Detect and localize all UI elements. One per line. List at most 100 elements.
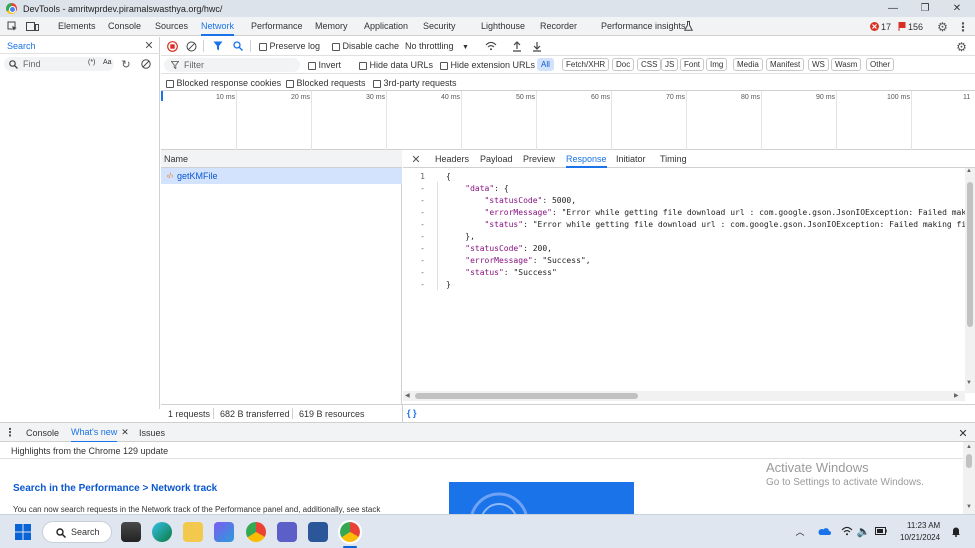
close-drawer-icon[interactable]: ✕: [957, 427, 969, 440]
chip-all[interactable]: All: [537, 58, 554, 71]
onedrive-cloud-icon[interactable]: [817, 525, 831, 537]
chip-media[interactable]: Media: [733, 58, 763, 71]
drawer-menu-icon[interactable]: ⋮: [5, 426, 16, 439]
tab-initiator[interactable]: Initiator: [616, 150, 646, 168]
horizontal-scroll-thumb[interactable]: [415, 393, 638, 399]
drawer-scroll-down-icon[interactable]: ▼: [966, 504, 972, 510]
throttling-select[interactable]: No throttling ▼: [405, 41, 469, 51]
search-network-icon[interactable]: [232, 40, 244, 52]
tab-console[interactable]: Console: [108, 17, 141, 36]
request-row[interactable]: ‹/› getKMFile: [161, 168, 402, 184]
teams-icon[interactable]: [277, 522, 297, 542]
import-har-upload-icon[interactable]: [511, 40, 523, 52]
name-column-header[interactable]: Name: [164, 154, 188, 164]
close-whats-new-icon[interactable]: ✕: [120, 427, 130, 438]
chip-font[interactable]: Font: [680, 58, 705, 71]
pretty-print-button[interactable]: { }: [407, 408, 417, 418]
drawer-tab-issues[interactable]: Issues: [139, 423, 165, 442]
clear-search-icon[interactable]: [140, 58, 152, 70]
clear-log-icon[interactable]: [185, 40, 197, 52]
maximize-button[interactable]: ❐: [912, 0, 938, 17]
task-view-icon[interactable]: [121, 522, 141, 542]
tab-application[interactable]: Application: [364, 17, 408, 36]
feature-heading-link[interactable]: Search in the Performance > Network trac…: [13, 483, 217, 494]
chip-manifest[interactable]: Manifest: [766, 58, 805, 71]
blocked-response-cookies-checkbox[interactable]: Blocked response cookies: [166, 78, 281, 88]
windows-start-icon[interactable]: [14, 523, 32, 541]
request-name[interactable]: getKMFile: [177, 171, 218, 181]
battery-icon[interactable]: [874, 525, 887, 537]
disable-cache-checkbox[interactable]: Disable cache: [332, 41, 399, 51]
taskbar-time[interactable]: 11:23 AM: [907, 521, 940, 530]
chip-fetch-xhr[interactable]: Fetch/XHR: [562, 58, 610, 71]
taskbar-date[interactable]: 10/21/2024: [900, 533, 940, 542]
word-icon[interactable]: [308, 522, 328, 542]
record-stop-icon[interactable]: [166, 40, 178, 52]
tab-performance-insights[interactable]: Performance insights: [601, 17, 686, 36]
network-settings-gear-icon[interactable]: ⚙: [955, 40, 968, 54]
tab-payload[interactable]: Payload: [480, 150, 513, 168]
wifi-icon[interactable]: [840, 525, 853, 537]
match-case-toggle[interactable]: Aa: [103, 59, 112, 66]
tab-timing[interactable]: Timing: [660, 150, 687, 168]
chip-js[interactable]: JS: [661, 58, 679, 71]
chrome-taskbar-icon[interactable]: [246, 522, 266, 542]
third-party-requests-checkbox[interactable]: 3rd-party requests: [373, 78, 457, 88]
network-timeline-overview[interactable]: 10 ms 20 ms 30 ms 40 ms 50 ms 60 ms 70 m…: [161, 91, 975, 150]
drawer-tab-whats-new[interactable]: What's new: [71, 423, 118, 443]
preserve-log-checkbox[interactable]: Preserve log: [259, 41, 320, 51]
show-hidden-icons-chevron-icon[interactable]: ︿: [795, 525, 805, 537]
chip-css[interactable]: CSS: [637, 58, 662, 71]
scroll-left-icon[interactable]: ◀: [405, 392, 410, 399]
chip-wasm[interactable]: Wasm: [831, 58, 862, 71]
blocked-requests-checkbox[interactable]: Blocked requests: [286, 78, 366, 88]
settings-gear-icon[interactable]: ⚙: [936, 20, 949, 34]
tab-headers[interactable]: Headers: [435, 150, 469, 168]
response-viewer[interactable]: 1 - - - - - - - - - { "data": { "statusCode": 500…: [403, 168, 965, 393]
notifications-bell-icon[interactable]: [950, 525, 962, 537]
tab-preview[interactable]: Preview: [523, 150, 555, 168]
issue-count[interactable]: 156: [908, 22, 923, 32]
device-toolbar-icon[interactable]: [25, 20, 39, 32]
error-count[interactable]: 17: [881, 22, 891, 32]
filter-input[interactable]: Filter: [164, 58, 300, 72]
inspect-element-icon[interactable]: [6, 20, 18, 32]
tab-elements[interactable]: Elements: [58, 17, 96, 36]
drawer-scrollbar[interactable]: ▲ ▼: [963, 442, 975, 514]
tab-recorder[interactable]: Recorder: [540, 17, 577, 36]
hide-extension-urls-checkbox[interactable]: Hide extension URLs: [440, 60, 535, 70]
invert-checkbox[interactable]: Invert: [308, 60, 341, 70]
scroll-up-icon[interactable]: ▲: [966, 168, 972, 174]
tab-lighthouse[interactable]: Lighthouse: [481, 17, 525, 36]
tab-performance[interactable]: Performance: [251, 17, 303, 36]
snipping-tool-icon[interactable]: [214, 522, 234, 542]
close-detail-icon[interactable]: ✕: [410, 153, 422, 166]
taskbar-search-box[interactable]: Search: [42, 521, 112, 543]
filter-funnel-icon[interactable]: [212, 40, 224, 52]
hide-data-urls-checkbox[interactable]: Hide data URLs: [359, 60, 433, 70]
scroll-down-icon[interactable]: ▼: [966, 380, 972, 386]
chip-doc[interactable]: Doc: [612, 58, 635, 71]
more-options-icon[interactable]: ⋮: [957, 20, 969, 34]
edge-browser-icon[interactable]: [152, 522, 172, 542]
file-explorer-icon[interactable]: [183, 522, 203, 542]
horizontal-scrollbar[interactable]: ◀ ▶: [403, 391, 965, 401]
regex-toggle[interactable]: (*): [88, 59, 95, 66]
tab-security[interactable]: Security: [423, 17, 456, 36]
search-find-input[interactable]: Find (*) Aa: [4, 57, 114, 71]
close-window-button[interactable]: ✕: [944, 0, 970, 17]
network-conditions-wifi-icon[interactable]: [484, 40, 497, 52]
tab-response[interactable]: Response: [566, 150, 607, 168]
request-list-header[interactable]: Name: [161, 150, 402, 168]
export-har-download-icon[interactable]: [531, 40, 543, 52]
vertical-scrollbar[interactable]: ▲ ▼: [965, 168, 975, 393]
tab-network[interactable]: Network: [201, 17, 235, 36]
drawer-tab-console[interactable]: Console: [26, 423, 59, 442]
drawer-scroll-thumb[interactable]: [966, 454, 972, 468]
close-search-icon[interactable]: ✕: [143, 39, 155, 52]
chip-other[interactable]: Other: [866, 58, 895, 71]
volume-icon[interactable]: 🔈: [857, 525, 871, 538]
scroll-right-icon[interactable]: ▶: [954, 392, 959, 399]
refresh-icon[interactable]: ↻: [120, 58, 132, 71]
tab-sources[interactable]: Sources: [155, 17, 188, 36]
